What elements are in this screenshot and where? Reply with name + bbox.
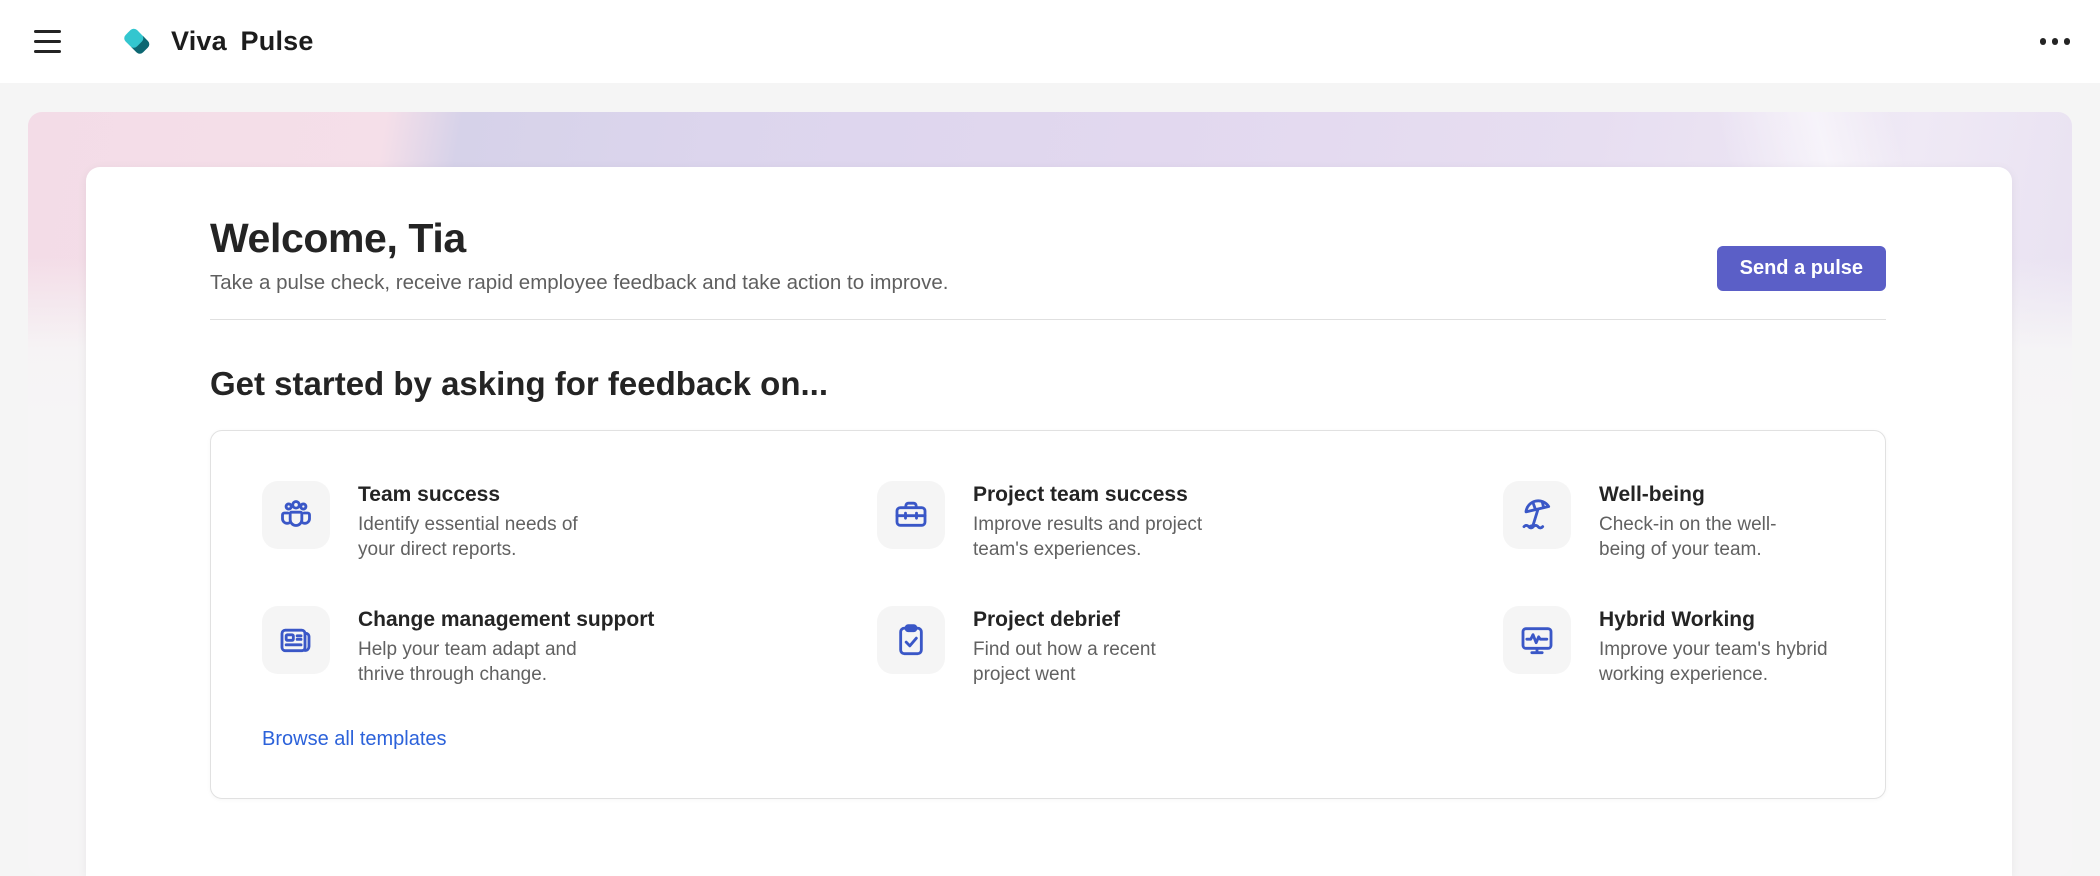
hamburger-icon[interactable]	[34, 20, 78, 64]
template-card-well-being[interactable]: Well-being Check-in on the well- being o…	[1503, 481, 1835, 562]
more-horizontal-icon[interactable]	[2032, 22, 2078, 62]
template-title: Change management support	[358, 607, 654, 633]
app-title: Viva Pulse	[171, 26, 314, 57]
template-card-change-management-support[interactable]: Change management support Help your team…	[262, 606, 877, 687]
clipboard-task-icon	[877, 606, 945, 674]
welcome-title: Welcome, Tia	[210, 215, 1886, 261]
template-description: Find out how a recent project went	[973, 637, 1156, 687]
template-title: Hybrid Working	[1599, 607, 1828, 633]
divider	[210, 319, 1886, 320]
template-description: Help your team adapt and thrive through …	[358, 637, 654, 687]
templates-panel: Team success Identify essential needs of…	[210, 430, 1886, 799]
template-card-project-debrief[interactable]: Project debrief Find out how a recent pr…	[877, 606, 1503, 687]
templates-grid: Team success Identify essential needs of…	[262, 481, 1835, 687]
template-title: Well-being	[1599, 482, 1776, 508]
toolbox-icon	[877, 481, 945, 549]
welcome-subtitle: Take a pulse check, receive rapid employ…	[210, 271, 1886, 295]
template-card-hybrid-working[interactable]: Hybrid Working Improve your team's hybri…	[1503, 606, 1835, 687]
template-title: Project debrief	[973, 607, 1156, 633]
app-header: Viva Pulse	[0, 0, 2100, 83]
template-description: Improve your team's hybrid working exper…	[1599, 637, 1828, 687]
desktop-pulse-icon	[1503, 606, 1571, 674]
template-card-project-team-success[interactable]: Project team success Improve results and…	[877, 481, 1503, 562]
beach-umbrella-icon	[1503, 481, 1571, 549]
news-icon	[262, 606, 330, 674]
template-title: Team success	[358, 482, 578, 508]
browse-all-templates-link[interactable]: Browse all templates	[262, 727, 447, 752]
feedback-section-heading: Get started by asking for feedback on...	[210, 364, 1886, 404]
template-description: Identify essential needs of your direct …	[358, 512, 578, 562]
people-team-icon	[262, 481, 330, 549]
viva-pulse-logo-icon	[118, 23, 155, 60]
template-description: Check-in on the well- being of your team…	[1599, 512, 1776, 562]
template-title: Project team success	[973, 482, 1202, 508]
welcome-card: Welcome, Tia Take a pulse check, receive…	[86, 167, 2012, 876]
send-a-pulse-button[interactable]: Send a pulse	[1717, 246, 1886, 291]
template-card-team-success[interactable]: Team success Identify essential needs of…	[262, 481, 877, 562]
template-description: Improve results and project team's exper…	[973, 512, 1202, 562]
